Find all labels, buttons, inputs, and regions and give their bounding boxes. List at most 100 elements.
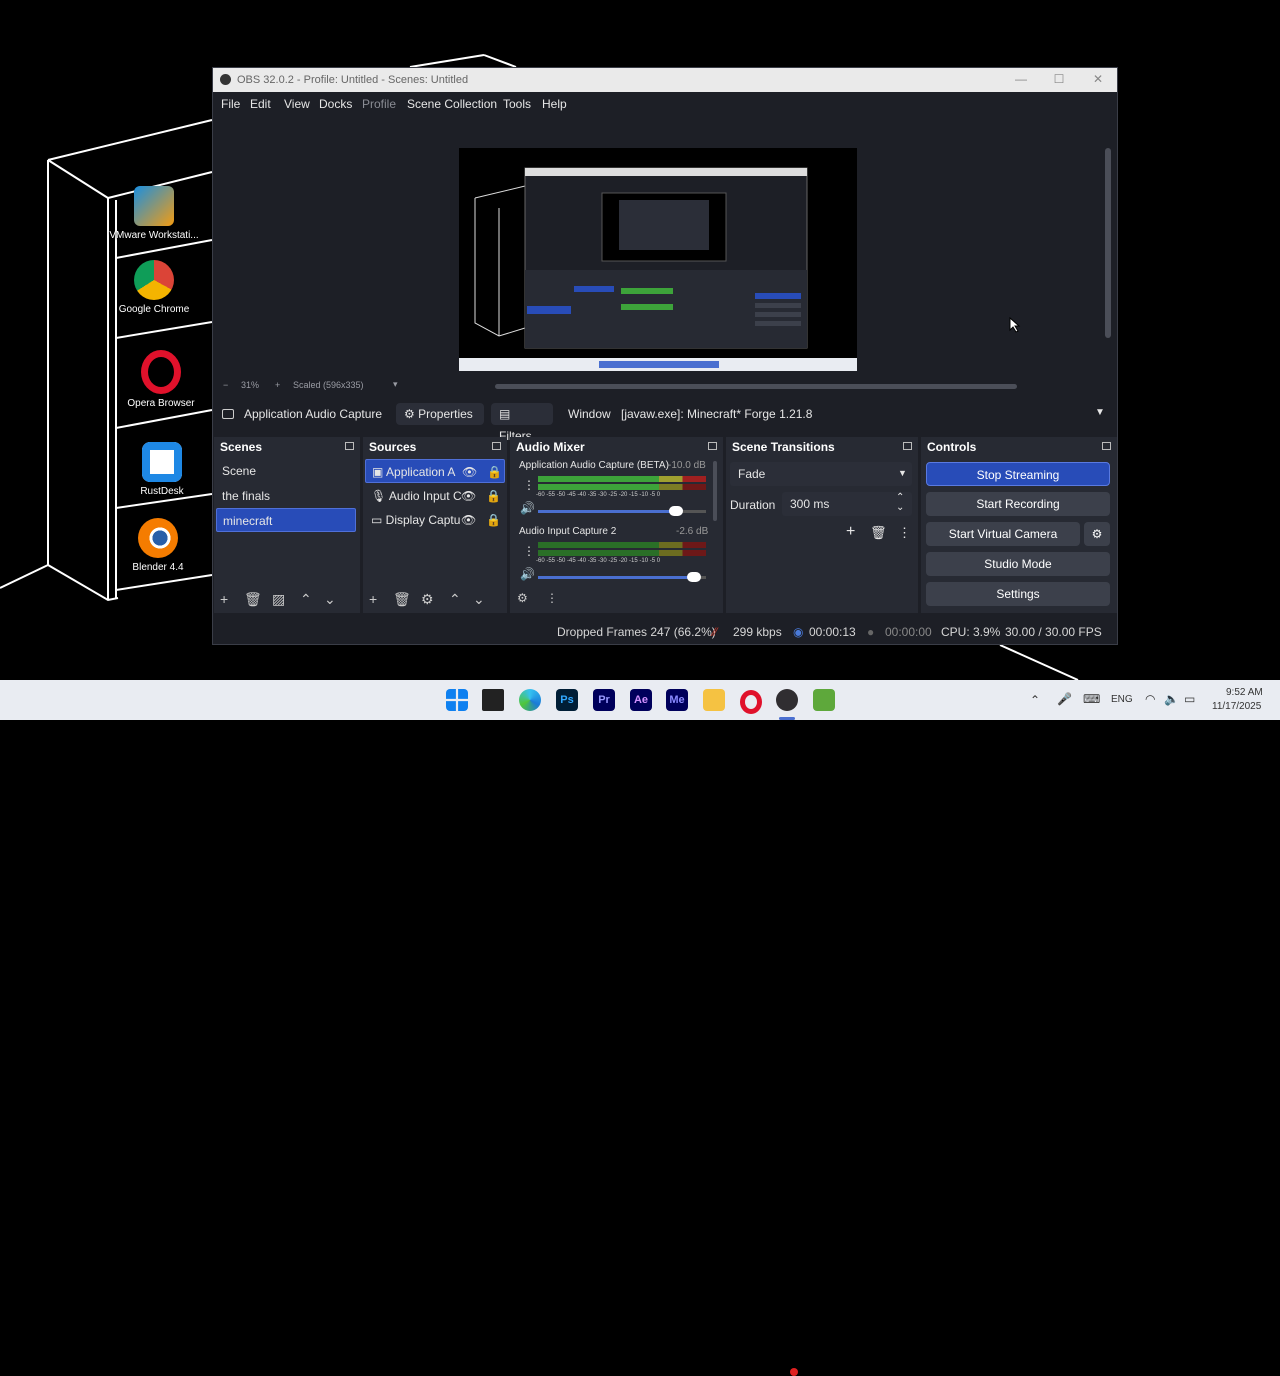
menu-scene-collection[interactable]: Scene Collection: [407, 97, 497, 111]
filters-button[interactable]: ▤ Filters: [491, 403, 553, 443]
undock-icon[interactable]: [903, 442, 912, 450]
close-button[interactable]: ✕: [1086, 72, 1110, 88]
transition-select[interactable]: Fade ▼: [730, 462, 912, 486]
zoom-out-button[interactable]: −: [223, 380, 228, 390]
menu-file[interactable]: File: [221, 97, 240, 111]
taskbar: Ps Pr Ae Me ⌃ 🎤 ⌨ ENG ◠ 🔈 ▭ 9:52 AM 11/1…: [0, 680, 1280, 1376]
duration-spinbox[interactable]: 300 ms ⌃ ⌄: [782, 492, 912, 516]
edge-icon[interactable]: [519, 689, 541, 711]
desktop-icon-blender[interactable]: Blender 4.4: [113, 518, 203, 574]
zoom-in-button[interactable]: +: [275, 380, 280, 390]
source-item[interactable]: 🎙 Audio Input C 👁 🔒: [365, 484, 505, 508]
minimize-button[interactable]: —: [1009, 72, 1033, 88]
task-view-icon[interactable]: [482, 689, 504, 711]
eye-icon[interactable]: 👁: [461, 484, 476, 508]
volume-slider[interactable]: [538, 506, 706, 516]
properties-button[interactable]: ⚙ Properties: [396, 403, 484, 425]
microphone-icon[interactable]: 🎤: [1057, 692, 1072, 706]
menu-view[interactable]: View: [284, 97, 310, 111]
lock-icon[interactable]: 🔒: [486, 484, 501, 508]
wifi-icon[interactable]: ◠: [1145, 692, 1155, 706]
folder-icon[interactable]: [703, 689, 725, 711]
clock-date[interactable]: 11/17/2025: [1212, 701, 1261, 712]
keyboard-icon[interactable]: ⌨: [1083, 692, 1100, 706]
filter-icon[interactable]: ▨: [272, 591, 285, 608]
desktop-icon-rustdesk[interactable]: RustDesk: [117, 442, 207, 498]
premiere-icon[interactable]: Pr: [593, 689, 615, 711]
advanced-audio-icon[interactable]: ⚙: [517, 591, 528, 605]
source-item[interactable]: ▭ Display Captu 👁 🔒: [365, 508, 505, 532]
chevron-down-icon[interactable]: ⌄: [896, 502, 904, 513]
preview-horizontal-scrollbar[interactable]: [495, 384, 1017, 389]
move-up-icon[interactable]: ⌃: [300, 591, 312, 608]
zoom-dropdown-button[interactable]: ▾: [393, 379, 398, 390]
scene-item[interactable]: Scene: [216, 459, 356, 483]
volume-icon[interactable]: 🔈: [1164, 692, 1179, 706]
preview-canvas[interactable]: [459, 148, 857, 371]
battery-icon[interactable]: ▭: [1184, 692, 1195, 706]
menu-tools[interactable]: Tools: [503, 97, 531, 111]
desktop-icon-opera[interactable]: Opera Browser: [116, 350, 206, 410]
after-effects-icon[interactable]: Ae: [630, 689, 652, 711]
kebab-menu-icon[interactable]: ⋮: [523, 544, 535, 558]
desktop-icon-chrome[interactable]: Google Chrome: [109, 260, 199, 316]
trash-icon[interactable]: 🗑: [870, 525, 887, 541]
move-down-icon[interactable]: ⌄: [473, 591, 485, 608]
chevron-up-icon[interactable]: ⌃: [1030, 693, 1040, 707]
lock-icon[interactable]: 🔒: [486, 508, 501, 532]
menu-docks[interactable]: Docks: [319, 97, 352, 111]
language-indicator[interactable]: ENG: [1111, 694, 1133, 705]
eye-icon[interactable]: 👁: [462, 460, 477, 484]
mixer-scrollbar[interactable]: [713, 461, 717, 521]
menu-profile[interactable]: Profile: [362, 97, 396, 111]
desktop-icon-label: Opera Browser: [127, 398, 195, 409]
speaker-icon[interactable]: 🔊: [520, 501, 535, 515]
source-item-selected[interactable]: ▣ Application A 👁 🔒: [365, 459, 505, 483]
media-encoder-icon[interactable]: Me: [666, 689, 688, 711]
move-up-icon[interactable]: ⌃: [449, 591, 461, 608]
virtual-camera-settings-button[interactable]: ⚙: [1084, 522, 1110, 546]
add-transition-button[interactable]: +: [846, 523, 855, 541]
start-virtual-camera-button[interactable]: Start Virtual Camera: [926, 522, 1080, 546]
window-title: OBS 32.0.2 - Profile: Untitled - Scenes:…: [237, 74, 469, 86]
start-icon[interactable]: [446, 689, 468, 711]
clock-time[interactable]: 9:52 AM: [1226, 687, 1263, 698]
undock-icon[interactable]: [345, 442, 354, 450]
undock-icon[interactable]: [708, 442, 717, 450]
stop-streaming-button[interactable]: Stop Streaming: [926, 462, 1110, 486]
minecraft-icon[interactable]: [813, 689, 835, 711]
eye-icon[interactable]: 👁: [461, 508, 476, 532]
start-recording-button[interactable]: Start Recording: [926, 492, 1110, 516]
opera-icon[interactable]: [740, 690, 762, 714]
undock-icon[interactable]: [1102, 442, 1111, 450]
title-bar[interactable]: OBS 32.0.2 - Profile: Untitled - Scenes:…: [213, 68, 1117, 92]
add-scene-button[interactable]: +: [220, 591, 228, 607]
scene-item[interactable]: the finals: [216, 484, 356, 508]
lock-icon[interactable]: 🔒: [487, 460, 502, 484]
maximize-button[interactable]: ☐: [1047, 72, 1071, 88]
menu-edit[interactable]: Edit: [250, 97, 271, 111]
speaker-icon[interactable]: 🔊: [520, 567, 535, 581]
undock-icon[interactable]: [492, 442, 501, 450]
scaled-resolution: Scaled (596x335): [293, 380, 364, 390]
photoshop-icon[interactable]: Ps: [556, 689, 578, 711]
preview-vertical-scrollbar[interactable]: [1105, 148, 1111, 338]
trash-icon[interactable]: 🗑: [393, 591, 411, 608]
obs-icon[interactable]: [776, 689, 798, 711]
kebab-menu-icon[interactable]: ⋮: [523, 478, 535, 492]
trash-icon[interactable]: 🗑: [244, 591, 262, 608]
kebab-menu-icon[interactable]: ⋮: [898, 525, 911, 541]
move-down-icon[interactable]: ⌄: [324, 591, 336, 608]
gear-icon[interactable]: ⚙: [421, 591, 434, 608]
desktop-icon-vmware[interactable]: VMware Workstati...: [109, 186, 199, 242]
kebab-menu-icon[interactable]: ⋮: [546, 591, 558, 605]
volume-slider[interactable]: [538, 572, 706, 582]
scene-item-selected[interactable]: minecraft: [216, 508, 356, 532]
settings-button[interactable]: Settings: [926, 582, 1110, 606]
studio-mode-button[interactable]: Studio Mode: [926, 552, 1110, 576]
menu-help[interactable]: Help: [542, 97, 567, 111]
add-source-button[interactable]: +: [369, 591, 377, 607]
audio-mixer-title: Audio Mixer: [516, 440, 585, 454]
window-select[interactable]: [javaw.exe]: Minecraft* Forge 1.21.8 ▼: [615, 401, 1111, 427]
scene-transitions-dock: Scene Transitions Fade ▼ Duration 300 ms…: [726, 437, 918, 613]
